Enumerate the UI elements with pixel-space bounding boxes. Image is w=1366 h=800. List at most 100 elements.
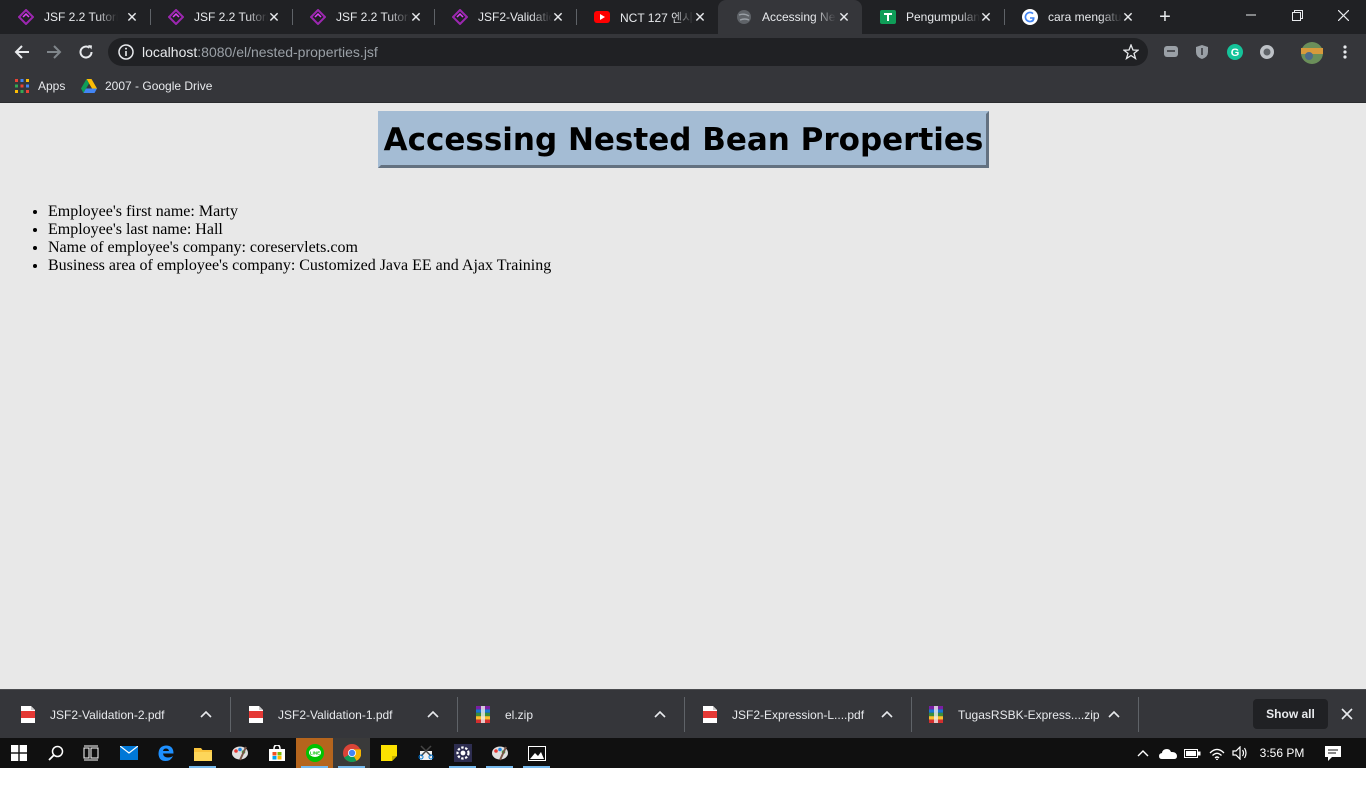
url-path: :8080/el/nested-properties.jsf bbox=[197, 44, 378, 60]
forward-button[interactable] bbox=[40, 38, 68, 66]
close-icon[interactable] bbox=[1339, 706, 1355, 722]
chevron-up-icon[interactable] bbox=[654, 707, 666, 721]
edge-icon[interactable] bbox=[147, 738, 184, 768]
page-content: Accessing Nested Bean Properties Employe… bbox=[0, 103, 1366, 689]
bookmark-label: 2007 - Google Drive bbox=[105, 79, 213, 93]
paint-icon[interactable] bbox=[221, 738, 258, 768]
windows-start-icon[interactable] bbox=[0, 738, 37, 768]
tab-4[interactable]: JSF2-Validation ✕ bbox=[434, 0, 577, 34]
tab-5[interactable]: NCT 127 엔시티 ✕ bbox=[576, 0, 718, 34]
bookmark-label: Apps bbox=[38, 79, 66, 93]
download-filename: el.zip bbox=[505, 707, 534, 722]
store-icon[interactable] bbox=[258, 738, 295, 768]
download-item[interactable]: JSF2-Validation-1.pdf bbox=[248, 690, 393, 739]
minimize-button[interactable] bbox=[1228, 0, 1274, 30]
file-explorer-icon[interactable] bbox=[184, 738, 221, 768]
action-center-icon[interactable] bbox=[1320, 738, 1346, 768]
chevron-up-icon[interactable] bbox=[200, 707, 212, 721]
sticky-notes-icon[interactable] bbox=[370, 738, 407, 768]
info-icon[interactable] bbox=[118, 44, 134, 60]
chevron-up-icon[interactable] bbox=[1134, 738, 1152, 768]
close-window-button[interactable] bbox=[1320, 0, 1366, 30]
close-icon[interactable]: ✕ bbox=[408, 9, 424, 25]
tab-3[interactable]: JSF 2.2 Tutorial ✕ bbox=[292, 0, 435, 34]
line-app-icon[interactable]: LINE bbox=[296, 738, 333, 768]
downloads-bar: JSF2-Validation-2.pdf JSF2-Validation-1.… bbox=[0, 689, 1366, 738]
list-item: Name of employee's company: coreservlets… bbox=[48, 239, 551, 257]
extension-circle-icon[interactable] bbox=[1258, 43, 1276, 61]
close-icon[interactable]: ✕ bbox=[836, 9, 852, 25]
volume-icon[interactable] bbox=[1229, 738, 1251, 768]
grammarly-icon[interactable]: G bbox=[1226, 43, 1244, 61]
google-drive-icon bbox=[81, 78, 97, 94]
download-separator bbox=[230, 697, 231, 732]
close-icon[interactable]: ✕ bbox=[124, 9, 140, 25]
browser-toolbar: localhost:8080/el/nested-properties.jsf … bbox=[0, 34, 1366, 70]
close-icon[interactable]: ✕ bbox=[550, 9, 566, 25]
battery-icon[interactable] bbox=[1182, 738, 1202, 768]
chevron-up-icon[interactable] bbox=[881, 707, 893, 721]
close-icon[interactable]: ✕ bbox=[978, 9, 994, 25]
extension-chat-icon[interactable] bbox=[1162, 43, 1180, 61]
close-icon[interactable]: ✕ bbox=[266, 9, 282, 25]
mail-icon[interactable] bbox=[110, 738, 147, 768]
show-all-button[interactable]: Show all bbox=[1253, 699, 1328, 729]
download-separator bbox=[684, 697, 685, 732]
settings-gear-icon[interactable] bbox=[444, 738, 481, 768]
restore-button[interactable] bbox=[1274, 0, 1320, 30]
tab-1[interactable]: JSF 2.2 Tutorial ✕ bbox=[0, 0, 151, 34]
task-view-icon[interactable] bbox=[72, 738, 109, 768]
download-filename: JSF2-Expression-L....pdf bbox=[732, 707, 865, 722]
tab-2[interactable]: JSF 2.2 Tutorial ✕ bbox=[150, 0, 293, 34]
photos-icon[interactable] bbox=[518, 738, 555, 768]
onedrive-cloud-icon[interactable] bbox=[1157, 738, 1179, 768]
address-bar[interactable]: localhost:8080/el/nested-properties.jsf bbox=[108, 38, 1148, 66]
tab-7[interactable]: Pengumpulan ✕ bbox=[862, 0, 1005, 34]
paint-3d-icon[interactable] bbox=[481, 738, 518, 768]
bookmark-google-drive[interactable]: 2007 - Google Drive bbox=[81, 76, 212, 96]
wifi-icon[interactable] bbox=[1207, 738, 1227, 768]
employee-info-list: Employee's first name: Marty Employee's … bbox=[48, 203, 551, 275]
zip-file-icon bbox=[475, 706, 491, 724]
profile-avatar[interactable] bbox=[1300, 41, 1324, 65]
jsf-icon bbox=[168, 9, 184, 25]
google-icon bbox=[1022, 9, 1038, 25]
download-item[interactable]: TugasRSBK-Express....zip bbox=[928, 690, 1100, 739]
reload-button[interactable] bbox=[72, 38, 100, 66]
search-icon[interactable] bbox=[37, 738, 74, 768]
new-tab-button[interactable]: + bbox=[1152, 4, 1178, 30]
download-filename: TugasRSBK-Express....zip bbox=[958, 707, 1100, 722]
globe-icon bbox=[736, 9, 752, 25]
pdf-file-icon bbox=[702, 706, 718, 724]
close-icon[interactable]: ✕ bbox=[692, 9, 708, 25]
download-separator bbox=[1138, 697, 1139, 732]
tab-6-active[interactable]: Accessing Nested ✕ bbox=[718, 0, 862, 34]
download-item[interactable]: JSF2-Expression-L....pdf bbox=[702, 690, 864, 739]
download-item[interactable]: el.zip bbox=[475, 690, 533, 739]
taskbar-clock[interactable]: 3:56 PM bbox=[1258, 738, 1306, 768]
google-classroom-icon bbox=[880, 9, 896, 25]
menu-kebab-icon[interactable] bbox=[1336, 43, 1354, 61]
screen-bottom-strip bbox=[0, 768, 1366, 800]
windows-taskbar: LINE 3:56 PM bbox=[0, 738, 1366, 768]
bookmarks-bar: Apps 2007 - Google Drive bbox=[0, 70, 1366, 103]
snipping-tool-icon[interactable] bbox=[407, 738, 444, 768]
list-item: Employee's first name: Marty bbox=[48, 203, 551, 221]
list-item: Business area of employee's company: Cus… bbox=[48, 257, 551, 275]
chevron-up-icon[interactable] bbox=[1108, 707, 1120, 721]
tab-8[interactable]: cara mengatur ✕ bbox=[1004, 0, 1146, 34]
back-button[interactable] bbox=[8, 38, 36, 66]
chevron-up-icon[interactable] bbox=[427, 707, 439, 721]
url-text: localhost:8080/el/nested-properties.jsf bbox=[142, 44, 378, 60]
tab-title: JSF 2.2 Tutorial bbox=[44, 10, 118, 24]
jsf-icon bbox=[18, 9, 34, 25]
bookmark-star-icon[interactable] bbox=[1122, 43, 1140, 61]
extension-shield-icon[interactable] bbox=[1193, 43, 1211, 61]
download-separator bbox=[457, 697, 458, 732]
svg-text:LINE: LINE bbox=[309, 751, 319, 756]
chrome-icon[interactable] bbox=[333, 738, 370, 768]
jsf-icon bbox=[452, 9, 468, 25]
download-item[interactable]: JSF2-Validation-2.pdf bbox=[20, 690, 165, 739]
close-icon[interactable]: ✕ bbox=[1120, 9, 1136, 25]
bookmark-apps[interactable]: Apps bbox=[14, 76, 65, 96]
